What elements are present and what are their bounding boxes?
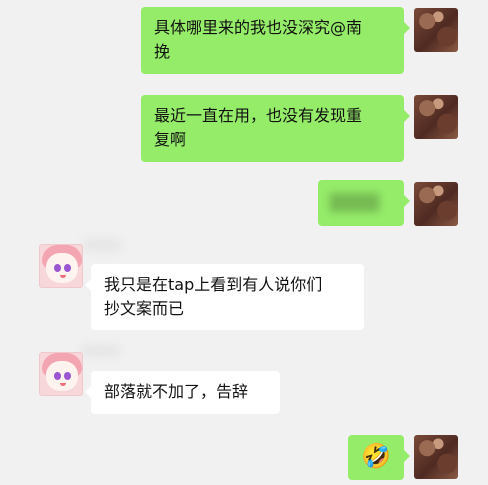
message-text: 最近一直在用，也没有发现重 复啊 <box>154 106 363 149</box>
sender-name-blurred <box>80 344 120 358</box>
self-avatar[interactable] <box>414 8 458 52</box>
avatar-face <box>46 361 78 391</box>
message-bubble-outgoing[interactable]: 具体哪里来的我也没深究@南 挽 <box>141 7 410 74</box>
self-avatar[interactable] <box>414 182 458 226</box>
message-text: 具体哪里来的我也没深究@南 挽 <box>154 18 363 61</box>
message-bubble-incoming[interactable]: 部落就不加了，告辞 <box>85 371 280 414</box>
laughing-emoji-icon: 🤣 <box>361 442 391 470</box>
self-avatar[interactable] <box>414 435 458 479</box>
avatar-eye-right <box>64 264 71 272</box>
message-text: 我只是在tap上看到有人说你们 抄文案而已 <box>104 275 323 318</box>
avatar-eye-left <box>54 372 61 380</box>
avatar-face <box>46 253 78 283</box>
message-bubble-incoming[interactable]: 我只是在tap上看到有人说你们 抄文案而已 <box>85 264 364 330</box>
contact-avatar[interactable] <box>39 244 83 288</box>
sender-name-blurred <box>82 238 122 252</box>
blurred-message-text: ▒▒▒▒ <box>330 193 380 212</box>
avatar-eye-right <box>64 372 71 380</box>
avatar-eye-left <box>54 264 61 272</box>
message-bubble-outgoing-blurred[interactable]: ▒▒▒▒ <box>318 180 410 226</box>
message-bubble-outgoing[interactable]: 最近一直在用，也没有发现重 复啊 <box>141 95 410 162</box>
message-bubble-outgoing-emoji[interactable]: 🤣 <box>348 435 410 480</box>
message-text: 部落就不加了，告辞 <box>104 382 249 401</box>
contact-avatar[interactable] <box>39 352 83 396</box>
self-avatar[interactable] <box>414 95 458 139</box>
